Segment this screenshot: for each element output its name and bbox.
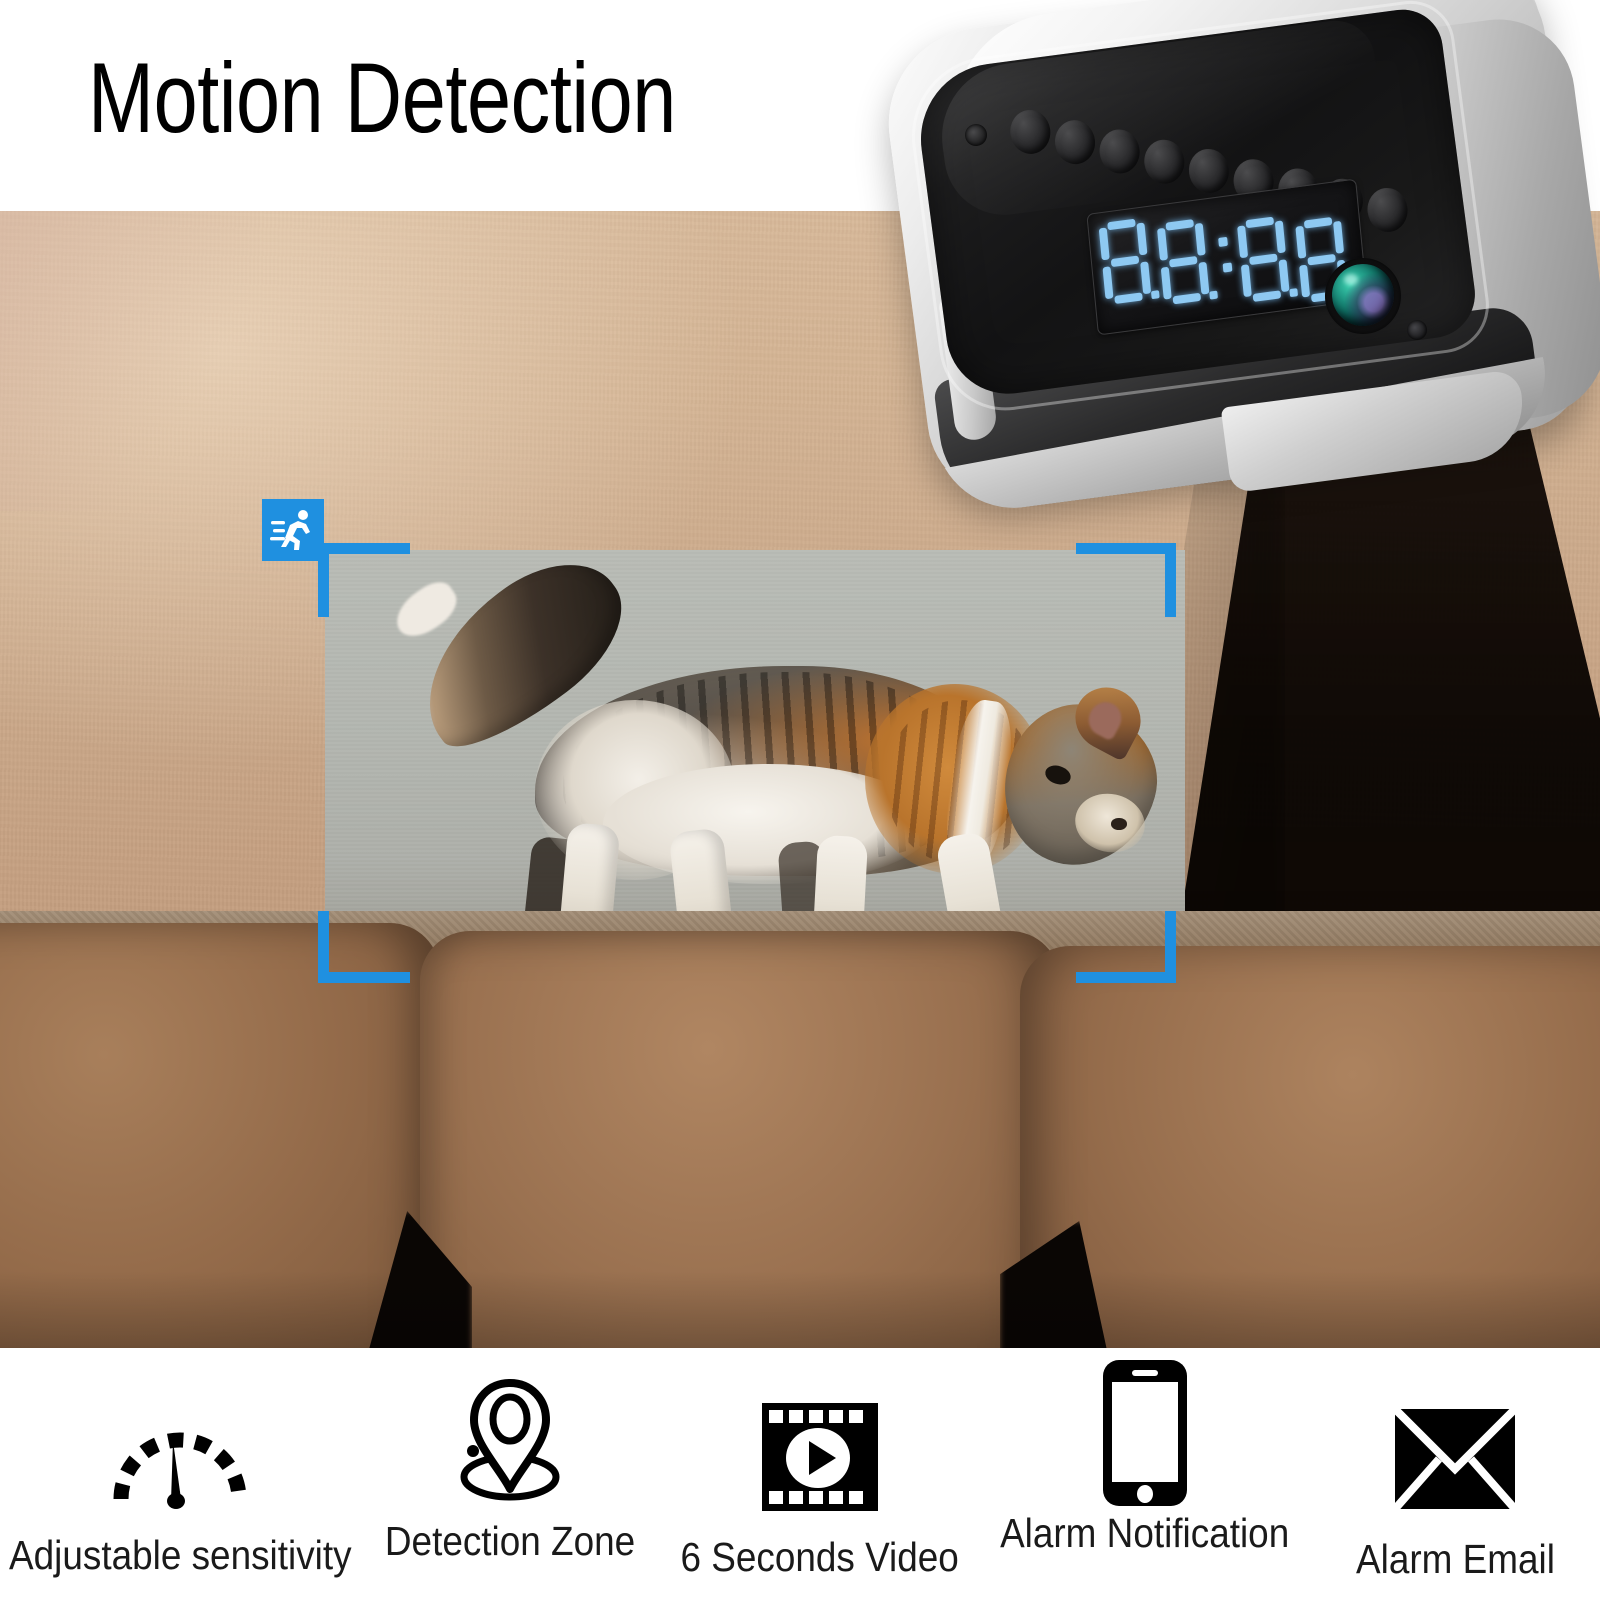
couch-front-shadow: [0, 1271, 1600, 1348]
feature-label: Adjustable sensitivity: [8, 1532, 352, 1578]
cat-nose: [1111, 818, 1127, 830]
detection-bracket-top-right: [1076, 543, 1176, 617]
feature-label: Alarm Notification: [1000, 1510, 1290, 1556]
clock-segment: [1278, 259, 1290, 293]
motion-detected-badge: [262, 499, 324, 561]
feature-label: Detection Zone: [384, 1518, 636, 1564]
ir-led: [1007, 107, 1053, 157]
clock-segment: [1194, 222, 1206, 256]
camera-lens-specular: [1344, 274, 1358, 285]
clock-segment: [1102, 266, 1114, 300]
clock-digit: [1157, 218, 1218, 306]
product-infographic: Motion Detection Adjustable sensitivity …: [0, 0, 1600, 1600]
film-play-icon: [760, 1392, 880, 1522]
clock-digits: [1098, 191, 1357, 323]
feature-label: 6 Seconds Video: [680, 1534, 960, 1580]
gauge-icon: [105, 1390, 255, 1520]
feature-alarm-notification[interactable]: Alarm Notification: [980, 1348, 1310, 1557]
detection-bracket-bottom-left: [318, 911, 410, 983]
page-title: Motion Detection: [88, 42, 676, 153]
clock-segment: [1295, 225, 1307, 259]
clock-segment: [1249, 253, 1278, 266]
clock-decimal-point: [1289, 288, 1299, 298]
detection-bracket-bottom-right: [1076, 911, 1176, 983]
clock-segment: [1140, 261, 1152, 295]
clock-segment: [1136, 222, 1148, 256]
ir-led: [1052, 117, 1098, 167]
ir-led: [1186, 146, 1232, 196]
clock-segment: [1098, 227, 1110, 261]
smartphone-icon: [1099, 1360, 1191, 1506]
feature-label: Alarm Email: [1355, 1536, 1555, 1582]
feature-adjustable-sensitivity[interactable]: Adjustable sensitivity: [0, 1348, 360, 1579]
clock-segment: [1240, 264, 1252, 298]
clock-segment: [1303, 217, 1333, 229]
clock-segment: [1107, 218, 1136, 231]
clock-segment: [1198, 261, 1210, 295]
clock-segment: [1274, 220, 1286, 254]
feature-row: Adjustable sensitivity Detection Zone 6 …: [0, 1348, 1600, 1600]
envelope-icon: [1393, 1394, 1517, 1524]
clock-digit: [1098, 218, 1160, 306]
ir-led: [1141, 136, 1187, 186]
feature-alarm-email[interactable]: Alarm Email: [1310, 1348, 1600, 1583]
clock-decimal-point: [1150, 290, 1160, 300]
feature-detection-zone[interactable]: Detection Zone: [360, 1348, 660, 1565]
location-pin-icon: [448, 1376, 572, 1506]
clock-colon-dot: [1218, 236, 1228, 247]
clock-segment: [1299, 264, 1311, 298]
clock-segment: [1333, 220, 1345, 254]
clock-segment: [1169, 255, 1198, 268]
alarm-clock-camera-device: [877, 0, 1600, 500]
clock-segment: [1237, 225, 1249, 259]
clock-segment: [1245, 216, 1275, 229]
wall-left-tint: [0, 211, 260, 511]
detection-bracket-top-left: [318, 543, 410, 617]
clock-decimal-point: [1209, 290, 1218, 300]
clock-segment: [1307, 253, 1336, 266]
clock-segment: [1252, 290, 1282, 302]
clock-segment: [1165, 219, 1194, 231]
running-man-icon: [270, 510, 310, 550]
clock-colon-dot: [1222, 262, 1233, 273]
clock-segment: [1114, 292, 1143, 305]
clock-segment: [1160, 266, 1172, 300]
ir-led: [1096, 126, 1143, 176]
clock-segment: [1110, 255, 1140, 268]
clock-segment: [1172, 292, 1202, 305]
clock-segment: [1157, 227, 1169, 261]
clock-digit: [1237, 215, 1299, 303]
feature-6-seconds-video[interactable]: 6 Seconds Video: [660, 1348, 980, 1581]
